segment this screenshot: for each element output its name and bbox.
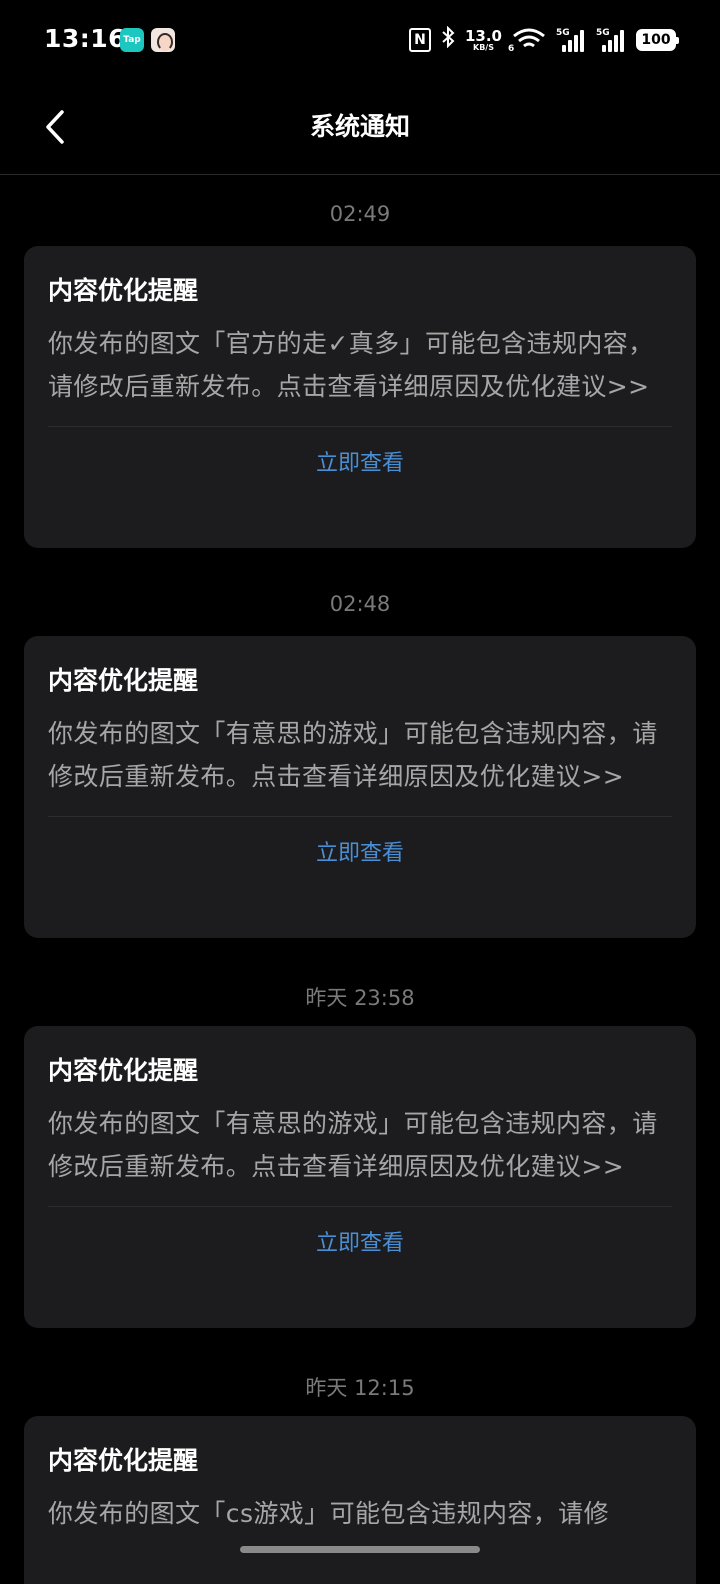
network-speed-value: 13.0	[464, 26, 502, 45]
notification-title: 内容优化提醒	[48, 1446, 199, 1475]
notification-time: 02:48	[329, 592, 391, 616]
chevron-left-icon	[46, 110, 64, 144]
notification-card[interactable]: 内容优化提醒 你发布的图文「cs游戏」可能包含违规内容，请修	[24, 1416, 696, 1584]
tap-app-icon: Tap	[120, 28, 144, 52]
notification-card[interactable]: 内容优化提醒 你发布的图文「有意思的游戏」可能包含违规内容，请修改后重新发布。点…	[24, 1026, 696, 1328]
home-indicator[interactable]	[240, 1546, 480, 1553]
signal-2-label: 5G	[596, 28, 610, 38]
back-button[interactable]	[30, 102, 80, 152]
wifi-icon: 6	[508, 28, 546, 54]
notification-time: 昨天 23:58	[305, 986, 415, 1010]
signal-1-label: 5G	[556, 28, 570, 38]
notification-title: 内容优化提醒	[48, 276, 199, 305]
wifi-sub-label: 6	[508, 44, 515, 54]
view-now-link[interactable]: 立即查看	[48, 427, 672, 501]
page-title: 系统通知	[309, 112, 410, 141]
notification-body[interactable]: 你发布的图文「cs游戏」可能包含违规内容，请修	[48, 1492, 672, 1535]
bluetooth-icon	[441, 25, 455, 54]
network-speed-unit: KB/S	[473, 42, 494, 52]
notification-body[interactable]: 你发布的图文「有意思的游戏」可能包含违规内容，请修改后重新发布。点击查看详细原因…	[48, 1102, 672, 1188]
signal-icon-sim1: 5G	[556, 28, 586, 52]
notification-card[interactable]: 内容优化提醒 你发布的图文「有意思的游戏」可能包含违规内容，请修改后重新发布。点…	[24, 636, 696, 938]
network-speed: 13.0 KB/S	[464, 26, 502, 52]
navigation-bar: 系统通知	[0, 80, 720, 175]
view-now-link[interactable]: 立即查看	[48, 1207, 672, 1281]
notification-body[interactable]: 你发布的图文「有意思的游戏」可能包含违规内容，请修改后重新发布。点击查看详细原因…	[48, 712, 672, 798]
notification-time: 昨天 12:15	[305, 1376, 415, 1400]
status-indicators: N 13.0 KB/S 6 5G 5G 100	[408, 25, 679, 54]
view-now-link[interactable]: 立即查看	[48, 817, 672, 891]
avatar-app-icon	[151, 28, 175, 52]
notification-body[interactable]: 你发布的图文「官方的走✓真多」可能包含违规内容，请修改后重新发布。点击查看详细原…	[48, 322, 672, 408]
status-time: 13:16	[44, 24, 127, 53]
battery-icon: 100	[636, 29, 679, 51]
system-notifications-screen: 13:16 Tap N 13.0 KB/S 6 5G 5G 100 系统通知 0…	[0, 0, 720, 1584]
status-bar: 13:16 Tap N 13.0 KB/S 6 5G 5G 100	[0, 0, 720, 80]
nfc-icon: N	[408, 28, 431, 52]
signal-icon-sim2: 5G	[596, 28, 626, 52]
notification-time: 02:49	[329, 202, 391, 226]
notification-title: 内容优化提醒	[48, 666, 199, 695]
notification-title: 内容优化提醒	[48, 1056, 199, 1085]
notification-card[interactable]: 内容优化提醒 你发布的图文「官方的走✓真多」可能包含违规内容，请修改后重新发布。…	[24, 246, 696, 548]
